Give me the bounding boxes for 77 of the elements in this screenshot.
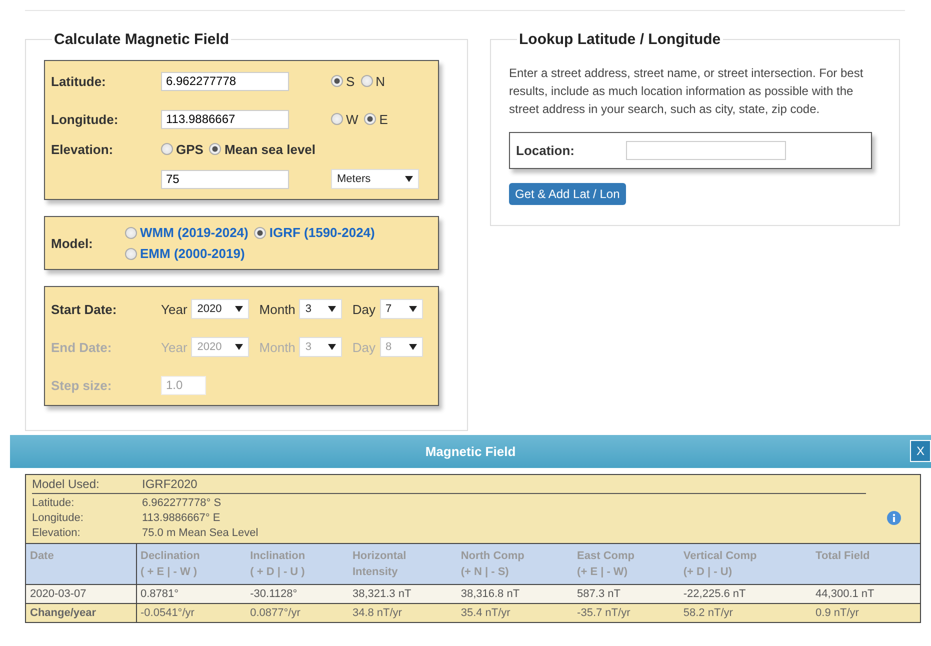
coordinate-input[interactable]: 113.9886667 (161, 110, 289, 128)
select-label: Year (161, 340, 188, 354)
table-cell: 38,321.3 nT (348, 584, 457, 604)
radio-option[interactable]: EMM (2000-2019) (125, 246, 245, 261)
radio-option[interactable]: IGRF (1590-2024) (254, 225, 375, 240)
info-value: IGRF2020 (142, 477, 198, 491)
column-header: Declination ( + E | - W ) (136, 544, 246, 584)
radio-option[interactable]: E (364, 112, 388, 126)
column-header: North Comp (+ N | - S) (456, 544, 574, 584)
column-header: Horizontal Intensity (348, 544, 457, 584)
caret-icon (408, 306, 417, 312)
info-label: Model Used: (32, 477, 100, 491)
info-value: 75.0 m Mean Sea Level (142, 527, 260, 539)
location-input[interactable] (626, 141, 786, 160)
select-label: Year (161, 302, 188, 316)
column-header: East Comp (+ E | - W) (573, 544, 680, 584)
field-label: Step size: (51, 378, 113, 392)
table-cell: 34.8 nT/yr (348, 604, 457, 622)
table-cell: -35.7 nT/yr (573, 604, 680, 622)
date-select[interactable]: 3 (299, 299, 342, 319)
table-cell: 0.0877°/yr (246, 604, 348, 622)
table-cell: Change/year (26, 604, 136, 622)
select-label: Month (259, 302, 296, 316)
get-lat-lon-button[interactable]: Get & Add Lat / Lon (509, 183, 626, 205)
field-label: Model: (51, 236, 94, 250)
date-select[interactable]: 7 (380, 299, 423, 319)
elevation-input[interactable]: 75 (161, 170, 289, 188)
radio-option[interactable]: W (331, 112, 358, 126)
table-cell: 587.3 nT (573, 584, 680, 604)
info-value: 113.9886667° E (142, 512, 222, 524)
table-cell: 0.8781° (136, 584, 246, 604)
column-header: Vertical Comp (+ D | - U) (679, 544, 812, 584)
field-label: Start Date: (51, 302, 118, 316)
info-label: Latitude: (32, 497, 76, 509)
field-label: Latitude: (51, 74, 107, 88)
date-select[interactable]: 2020 (191, 299, 250, 319)
table-cell: 38,316.8 nT (456, 584, 574, 604)
info-label: Longitude: (32, 512, 84, 524)
table-cell: -30.1128° (246, 584, 348, 604)
radio-option[interactable]: WMM (2019-2024) (125, 225, 248, 240)
radio-option[interactable]: Mean sea level (209, 142, 316, 156)
field-label: Location: (516, 143, 576, 158)
info-label: Elevation: (32, 527, 82, 539)
info-icon[interactable] (887, 511, 901, 525)
caret-icon (408, 344, 417, 350)
instructions-text: Enter a street address, street name, or street intersection. For best results, include as much location information as possible with the street address in your search, such as city, state, zip code. (509, 65, 864, 118)
caret-icon (235, 306, 244, 312)
field-label: End Date: (51, 340, 113, 354)
coordinate-input[interactable]: 6.962277778 (161, 72, 289, 90)
table-cell: -0.0541°/yr (136, 604, 246, 622)
radio-option[interactable]: N (360, 74, 386, 88)
radio-option[interactable]: GPS (161, 142, 204, 156)
table-cell: 0.9 nT/yr (812, 604, 920, 622)
unit-select[interactable]: Meters (331, 169, 419, 189)
select-label: Day (352, 302, 376, 316)
select-label: Day (352, 340, 376, 354)
column-header: Inclination ( + D | - U ) (246, 544, 348, 584)
radio-option[interactable]: S (331, 74, 355, 88)
table-cell: -22,225.6 nT (679, 584, 812, 604)
caret-icon (405, 176, 413, 182)
caret-icon (328, 344, 336, 350)
dialog-title: Magnetic Field (425, 444, 516, 459)
table-cell: 35.4 nT/yr (456, 604, 574, 622)
field-label: Elevation: (51, 142, 114, 156)
field-label: Longitude: (51, 112, 120, 126)
select-label: Month (259, 340, 296, 354)
table-cell: 58.2 nT/yr (679, 604, 812, 622)
table-cell: 2020-03-07 (26, 584, 136, 604)
info-value: 6.962277778° S (142, 497, 222, 509)
table-cell: 44,300.1 nT (812, 584, 920, 604)
caret-icon (328, 306, 336, 312)
close-button[interactable]: X (910, 440, 931, 462)
panel-title: Calculate Magnetic Field (53, 31, 230, 48)
caret-icon (235, 344, 244, 350)
column-header: Total Field (812, 544, 920, 584)
column-header: Date (26, 544, 136, 584)
panel-title: Lookup Latitude / Longitude (518, 31, 722, 48)
